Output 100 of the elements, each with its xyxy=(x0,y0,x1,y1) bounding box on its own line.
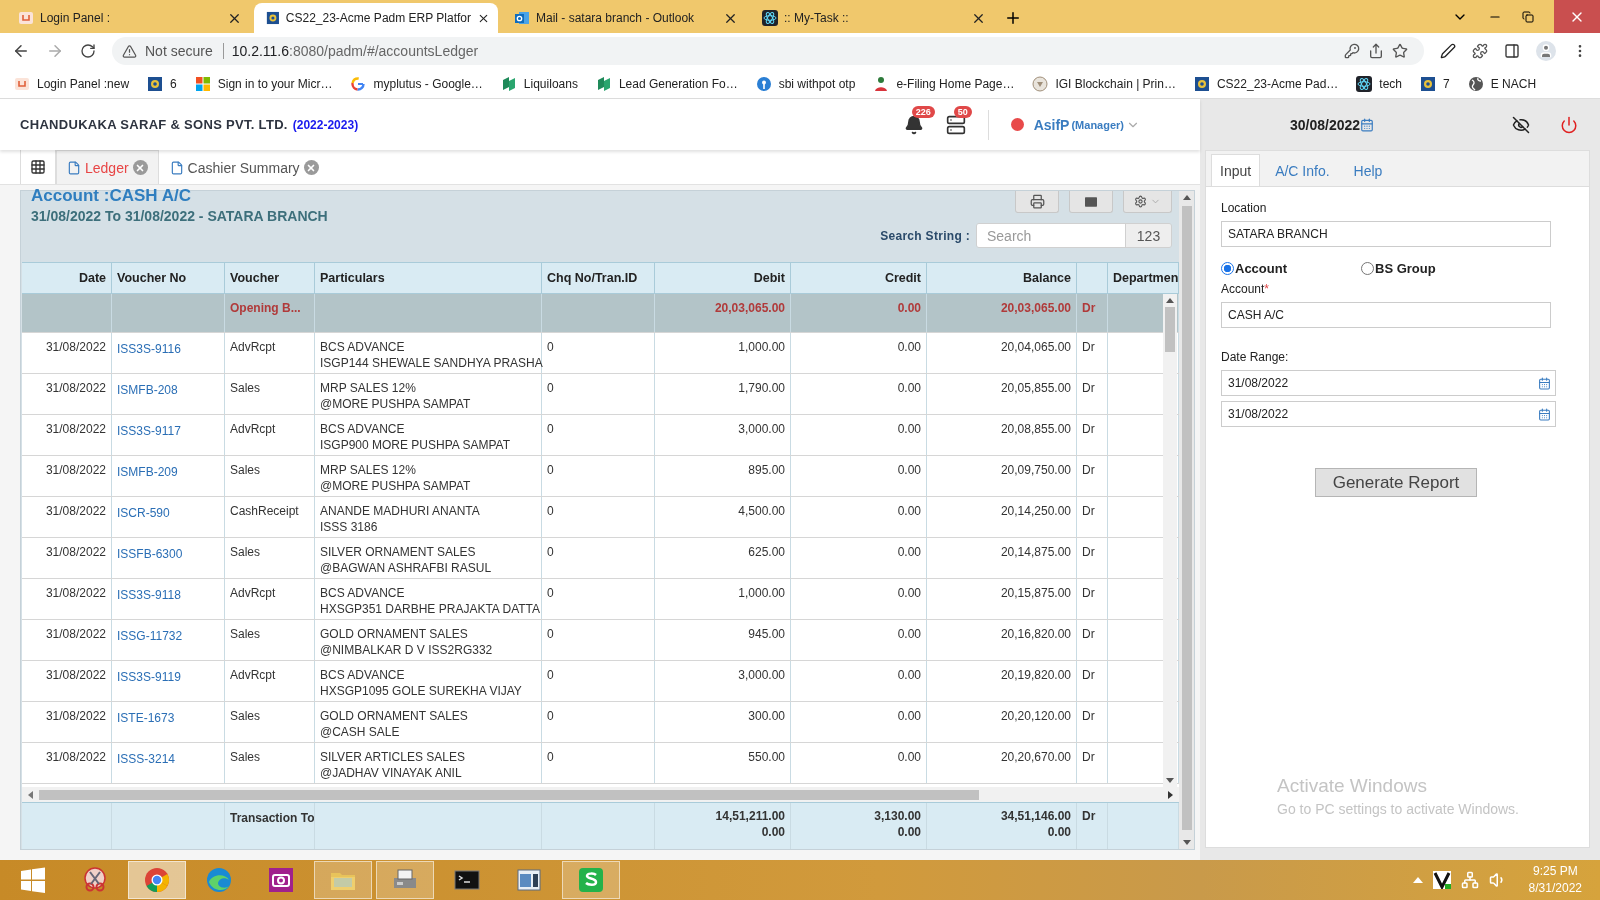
pen-icon[interactable] xyxy=(1440,43,1456,59)
voucher-link[interactable]: ISCR-590 xyxy=(112,496,225,537)
page-tab[interactable]: Ledger xyxy=(56,150,159,184)
table-cell: 0 xyxy=(542,701,655,742)
star-icon[interactable] xyxy=(1392,43,1408,59)
horizontal-scrollbar[interactable] xyxy=(22,787,1179,803)
browser-icon xyxy=(143,866,171,894)
close-tab-icon[interactable] xyxy=(132,160,148,175)
table-cell: 0.00 xyxy=(791,537,927,578)
bookmark[interactable]: CS22_23-Acme Pad… xyxy=(1193,75,1339,92)
key-icon[interactable] xyxy=(1344,43,1360,59)
bookmark[interactable]: Login Panel :new xyxy=(14,75,130,92)
column-header[interactable]: Voucher xyxy=(225,262,315,293)
bookmark[interactable]: 7 xyxy=(1420,75,1450,92)
account-field[interactable]: CASH A/C xyxy=(1221,302,1551,328)
table-cell: 0 xyxy=(542,455,655,496)
eye-off-icon[interactable] xyxy=(1512,115,1530,134)
bookmark[interactable]: IGI Blockchain | Prin… xyxy=(1032,75,1176,92)
calendar-icon[interactable] xyxy=(1360,117,1375,132)
bookmark[interactable]: e-Filing Home Page… xyxy=(873,75,1015,92)
table-cell: 1,000.00 xyxy=(655,578,791,619)
table-cell: 31/08/2022 xyxy=(22,578,112,619)
voucher-link[interactable]: ISTE-1673 xyxy=(112,701,225,742)
radio-icon[interactable] xyxy=(1221,262,1234,275)
column-header[interactable]: Balance xyxy=(927,262,1077,293)
column-header[interactable]: Debit xyxy=(655,262,791,293)
puzzle-icon[interactable] xyxy=(1472,43,1488,59)
voucher-link[interactable]: ISSFB-6300 xyxy=(112,537,225,578)
date-field[interactable]: 31/08/2022 xyxy=(1221,401,1556,427)
window-icon xyxy=(515,866,543,894)
location-field[interactable]: SATARA BRANCH xyxy=(1221,221,1551,247)
scissors-icon xyxy=(81,866,109,894)
table-cell: 0.00 xyxy=(791,578,927,619)
voucher-link[interactable]: ISSS-3214 xyxy=(112,742,225,783)
bookmark[interactable]: sbi withpot otp xyxy=(755,75,856,92)
browser-tab[interactable]: :: My-Task :: xyxy=(750,3,994,33)
generate-report-button[interactable]: Generate Report xyxy=(1315,468,1477,497)
bookmark[interactable]: E NACH xyxy=(1467,75,1537,92)
table-cell: Dr xyxy=(1077,293,1108,332)
bookmark[interactable]: Liquiloans xyxy=(500,75,578,92)
voucher-link[interactable]: ISS3S-9116 xyxy=(112,332,225,373)
back-icon[interactable] xyxy=(12,42,30,60)
browser-tab[interactable]: CS22_23-Acme Padm ERP Platfor xyxy=(254,3,498,33)
column-header[interactable]: Particulars xyxy=(315,262,542,293)
activation-text: Go to PC settings to activate Windows. xyxy=(1277,801,1519,817)
email-button[interactable] xyxy=(1069,191,1113,213)
user-menu[interactable]: AsifP(Manager) xyxy=(1010,116,1140,133)
bookmark[interactable]: Lead Generation Fo… xyxy=(595,75,738,92)
bookmark[interactable]: 6 xyxy=(147,75,177,92)
voucher-link[interactable]: ISS3S-9117 xyxy=(112,414,225,455)
column-header[interactable]: Chq No/Tran.ID xyxy=(542,262,655,293)
windows-logo-icon xyxy=(19,866,47,894)
bookmark[interactable]: tech xyxy=(1356,75,1403,92)
address-bar[interactable]: Not secure 10.2.11.6:8080/padm/#/accountsLedger xyxy=(112,37,1424,65)
browser-tab[interactable]: Login Panel : xyxy=(6,3,250,33)
table-cell: GOLD ORNAMENT SALES @CASH SALE xyxy=(315,701,542,742)
list-icon[interactable] xyxy=(945,114,966,135)
search-field[interactable]: Search 123 xyxy=(976,223,1172,248)
table-cell: Dr xyxy=(1077,803,1108,849)
side-panel-icon[interactable] xyxy=(1504,43,1520,59)
table-cell: AdvRcpt xyxy=(225,578,315,619)
voucher-link[interactable]: ISS3S-9119 xyxy=(112,660,225,701)
radio-option[interactable]: Account xyxy=(1221,261,1361,276)
voucher-link[interactable]: ISMFB-209 xyxy=(112,455,225,496)
table-cell: BCS ADVANCE HXSGP1095 GOLE SUREKHA VIJAY xyxy=(315,660,542,701)
panel-tab[interactable]: A/C Info. xyxy=(1266,154,1339,186)
tray-app-icon[interactable] xyxy=(1432,871,1451,889)
restore-icon[interactable] xyxy=(1522,10,1534,23)
table-cell: 895.00 xyxy=(655,455,791,496)
panel-tab[interactable]: Input xyxy=(1211,154,1261,186)
close-tab-icon[interactable] xyxy=(303,160,319,175)
table-cell: Sales xyxy=(225,455,315,496)
panel-tab[interactable]: Help xyxy=(1344,154,1392,186)
bookmark[interactable]: myplutus - Google… xyxy=(350,75,483,92)
radio-option[interactable]: BS Group xyxy=(1361,261,1501,276)
voucher-link[interactable]: ISS3S-9118 xyxy=(112,578,225,619)
browser-tab[interactable]: Mail - satara branch - Outlook xyxy=(502,3,746,33)
radio-icon[interactable] xyxy=(1361,262,1374,275)
print-button[interactable] xyxy=(1015,191,1059,213)
profile-icon[interactable] xyxy=(1536,41,1556,61)
power-icon[interactable] xyxy=(1560,115,1578,134)
column-header[interactable]: Credit xyxy=(791,262,927,293)
file-icon xyxy=(169,160,184,175)
vertical-scrollbar[interactable] xyxy=(1163,293,1177,788)
bookmark[interactable]: Sign in to your Micr… xyxy=(194,75,333,92)
settings-button[interactable] xyxy=(1123,191,1172,213)
vertical-scrollbar[interactable] xyxy=(1179,191,1194,849)
calendar-icon[interactable] xyxy=(1538,407,1551,421)
table-cell: 20,03,065.00 xyxy=(655,293,791,332)
table-cell: 31/08/2022 xyxy=(22,455,112,496)
voucher-link[interactable]: ISSG-11732 xyxy=(112,619,225,660)
share-icon[interactable] xyxy=(1368,43,1384,59)
voucher-link[interactable]: ISMFB-208 xyxy=(112,373,225,414)
bell-icon[interactable] xyxy=(903,114,924,135)
calendar-icon[interactable] xyxy=(1538,376,1551,390)
reload-icon[interactable] xyxy=(80,43,96,59)
table-cell: 0 xyxy=(542,660,655,701)
column-header[interactable]: Date xyxy=(22,262,112,293)
column-header[interactable]: Voucher No xyxy=(112,262,225,293)
date-field[interactable]: 31/08/2022 xyxy=(1221,370,1556,396)
